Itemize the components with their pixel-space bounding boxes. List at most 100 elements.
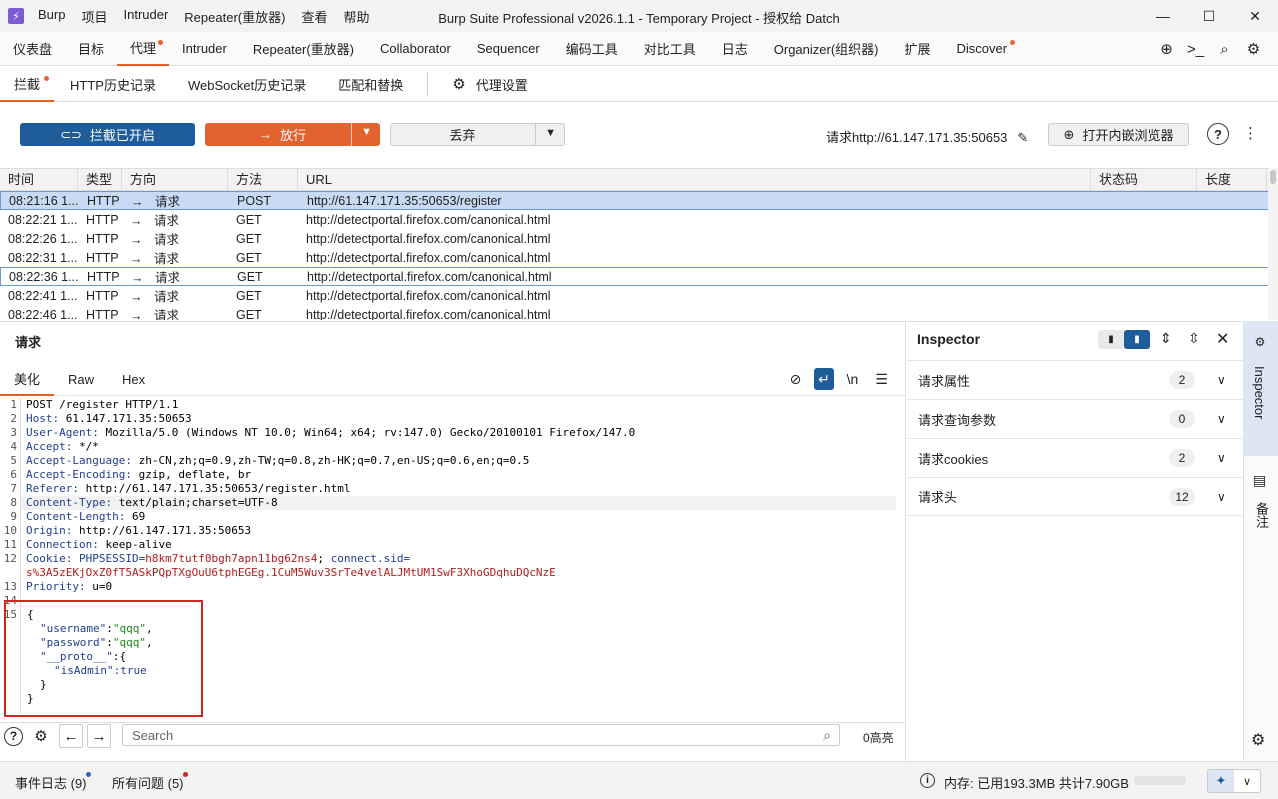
search-icon[interactable]: ⌕ bbox=[1210, 38, 1239, 60]
table-row[interactable]: 08:22:26 1... HTTP → 请求 GET http://detectpor… bbox=[0, 229, 1278, 248]
side-tab-notes[interactable]: ▤ 备注 bbox=[1243, 466, 1278, 558]
tab-decoder[interactable]: 编码工具 bbox=[553, 32, 631, 66]
table-row[interactable]: 08:22:46 1... HTTP → 请求 GET http://detectpor… bbox=[0, 305, 1278, 321]
table-row[interactable]: 08:22:41 1... HTTP → 请求 GET http://detectpor… bbox=[0, 286, 1278, 305]
menu-intruder[interactable]: Intruder bbox=[123, 7, 168, 26]
newline-icon[interactable]: \n bbox=[838, 368, 867, 390]
title-bar: ⚡ Burp 项目 Intruder Repeater(重放器) 查看 帮助 B… bbox=[0, 0, 1278, 32]
table-row[interactable]: 08:21:16 1... HTTP → 请求 POST http://61.147.1… bbox=[0, 191, 1278, 210]
open-browser-button[interactable]: ⊕ 打开内嵌浏览器 bbox=[1048, 123, 1189, 146]
menu-project[interactable]: 项目 bbox=[81, 7, 107, 26]
layout-left-icon[interactable]: ▮ bbox=[1098, 330, 1124, 349]
burp-logo-icon: ⚡ bbox=[8, 8, 24, 24]
cookie-name: connect.sid= bbox=[330, 552, 411, 565]
tab-pretty[interactable]: 美化 bbox=[0, 364, 55, 396]
expand-all-icon[interactable]: ⇕ bbox=[1160, 330, 1172, 347]
tab-collaborator[interactable]: Collaborator bbox=[367, 32, 464, 66]
cookie-separator: ; bbox=[317, 552, 331, 565]
table-row[interactable]: 08:22:21 1... HTTP → 请求 GET http://detectpor… bbox=[0, 210, 1278, 229]
chevron-down-icon[interactable]: ∨ bbox=[1217, 490, 1226, 504]
column-header-direction[interactable]: 方向 bbox=[122, 169, 228, 191]
chevron-down-icon[interactable]: ∨ bbox=[1217, 412, 1226, 426]
drop-button[interactable]: 丢弃 ▼ bbox=[390, 123, 565, 146]
tab-repeater[interactable]: Repeater(重放器) bbox=[240, 32, 367, 66]
tab-hex[interactable]: Hex bbox=[108, 364, 159, 396]
scrollbar-thumb[interactable] bbox=[1270, 170, 1276, 184]
close-icon[interactable]: ✕ bbox=[1216, 329, 1229, 349]
cell-time: 08:22:26 1... bbox=[8, 231, 78, 246]
tab-target[interactable]: 目标 bbox=[65, 32, 117, 66]
inspector-section[interactable]: 请求头 12 ∨ bbox=[907, 477, 1243, 516]
tab-extensions[interactable]: 扩展 bbox=[892, 32, 944, 66]
collapse-all-icon[interactable]: ⇳ bbox=[1188, 330, 1200, 347]
column-header-type[interactable]: 类型 bbox=[78, 169, 122, 191]
tab-comparer[interactable]: 对比工具 bbox=[631, 32, 709, 66]
inspector-section[interactable]: 请求cookies 2 ∨ bbox=[907, 438, 1243, 477]
header-value: http://61.147.171.35:50653/register.html bbox=[85, 482, 351, 495]
tab-discover[interactable]: Discover bbox=[944, 32, 1021, 66]
minimize-icon[interactable]: — bbox=[1140, 0, 1186, 32]
arrow-left-icon[interactable]: ← bbox=[59, 724, 83, 748]
help-icon[interactable]: ? bbox=[1207, 123, 1229, 145]
menu-repeater[interactable]: Repeater(重放器) bbox=[184, 7, 285, 26]
tab-match-replace[interactable]: 匹配和替换 bbox=[322, 67, 419, 102]
code-line: Connection: keep-alive bbox=[26, 538, 172, 551]
column-header-time[interactable]: 时间 bbox=[0, 169, 78, 191]
help-icon[interactable]: ? bbox=[4, 726, 23, 746]
tab-websocket-history[interactable]: WebSocket历史记录 bbox=[172, 67, 322, 102]
tab-http-history[interactable]: HTTP历史记录 bbox=[54, 67, 172, 102]
tab-sequencer[interactable]: Sequencer bbox=[464, 32, 553, 66]
layout-right-icon[interactable]: ▮ bbox=[1124, 330, 1150, 349]
column-header-length[interactable]: 长度 bbox=[1197, 169, 1267, 191]
table-row[interactable]: 08:22:31 1... HTTP → 请求 GET http://detectpor… bbox=[0, 248, 1278, 267]
tab-proxy-settings[interactable]: ⚙ 代理设置 bbox=[436, 67, 543, 102]
table-scrollbar[interactable] bbox=[1268, 168, 1278, 320]
edit-pencil-icon[interactable]: ✎ bbox=[1017, 130, 1028, 145]
chevron-down-icon[interactable]: ∨ bbox=[1217, 451, 1226, 465]
arrow-right-icon[interactable]: → bbox=[87, 724, 111, 748]
table-row[interactable]: 08:22:36 1... HTTP → 请求 GET http://detectpor… bbox=[0, 267, 1278, 286]
chevron-down-icon[interactable]: ▼ bbox=[545, 127, 556, 139]
search-input[interactable]: Search ⌕ bbox=[122, 724, 840, 746]
tab-raw[interactable]: Raw bbox=[54, 364, 108, 396]
chevron-down-icon[interactable]: ∨ bbox=[1217, 373, 1226, 387]
more-options-icon[interactable]: ⋮ bbox=[1243, 124, 1258, 142]
tab-dashboard[interactable]: 仪表盘 bbox=[0, 32, 65, 66]
info-icon[interactable]: i bbox=[920, 773, 935, 788]
tab-organizer[interactable]: Organizer(组织器) bbox=[761, 32, 892, 66]
forward-button[interactable]: → 放行 ▼ bbox=[205, 123, 380, 146]
tab-intruder[interactable]: Intruder bbox=[169, 32, 240, 66]
column-header-url[interactable]: URL bbox=[298, 169, 1091, 191]
chevron-down-icon[interactable]: ▼ bbox=[361, 126, 372, 138]
menu-help[interactable]: 帮助 bbox=[343, 7, 369, 26]
menu-burp[interactable]: Burp bbox=[38, 7, 65, 26]
maximize-icon[interactable]: ☐ bbox=[1186, 0, 1232, 32]
menu-view[interactable]: 查看 bbox=[301, 7, 327, 26]
ai-assistant-button[interactable]: ✦ ∨ bbox=[1207, 769, 1261, 793]
globe-icon[interactable]: ⊕ bbox=[1152, 38, 1181, 60]
gear-icon[interactable]: ⚙ bbox=[1251, 730, 1265, 750]
inspector-section[interactable]: 请求属性 2 ∨ bbox=[907, 360, 1243, 399]
terminal-icon[interactable]: >_ bbox=[1181, 38, 1210, 60]
code-line: Accept: */* bbox=[26, 440, 99, 453]
side-tab-inspector[interactable]: ⚙ Inspector bbox=[1243, 321, 1278, 456]
word-wrap-icon[interactable]: ↵ bbox=[814, 368, 834, 390]
tab-intercept[interactable]: 拦截 bbox=[0, 67, 55, 102]
event-log-link[interactable]: 事件日志 (9) bbox=[15, 773, 87, 792]
menu-icon[interactable]: ☰ bbox=[867, 368, 896, 390]
gear-icon[interactable]: ⚙ bbox=[1239, 38, 1268, 60]
cell-time: 08:22:41 1... bbox=[8, 288, 78, 303]
tab-proxy[interactable]: 代理 bbox=[117, 32, 170, 66]
count-badge: 2 bbox=[1169, 449, 1195, 467]
inspector-section[interactable]: 请求查询参数 0 ∨ bbox=[907, 399, 1243, 438]
proxy-sub-tabs: 拦截 HTTP历史记录 WebSocket历史记录 匹配和替换 ⚙ 代理设置 bbox=[0, 67, 1278, 102]
intercept-toggle-button[interactable]: ⊂⊃ 拦截已开启 bbox=[20, 123, 195, 146]
issues-link[interactable]: 所有问题 (5) bbox=[112, 773, 184, 792]
gear-icon[interactable]: ⚙ bbox=[29, 724, 53, 748]
column-header-method[interactable]: 方法 bbox=[228, 169, 298, 191]
hide-eye-icon[interactable]: ⊘ bbox=[781, 368, 810, 390]
close-icon[interactable]: ✕ bbox=[1232, 0, 1278, 32]
column-header-status[interactable]: 状态码 bbox=[1091, 169, 1197, 191]
search-icon[interactable]: ⌕ bbox=[823, 727, 831, 744]
tab-logger[interactable]: 日志 bbox=[709, 32, 761, 66]
